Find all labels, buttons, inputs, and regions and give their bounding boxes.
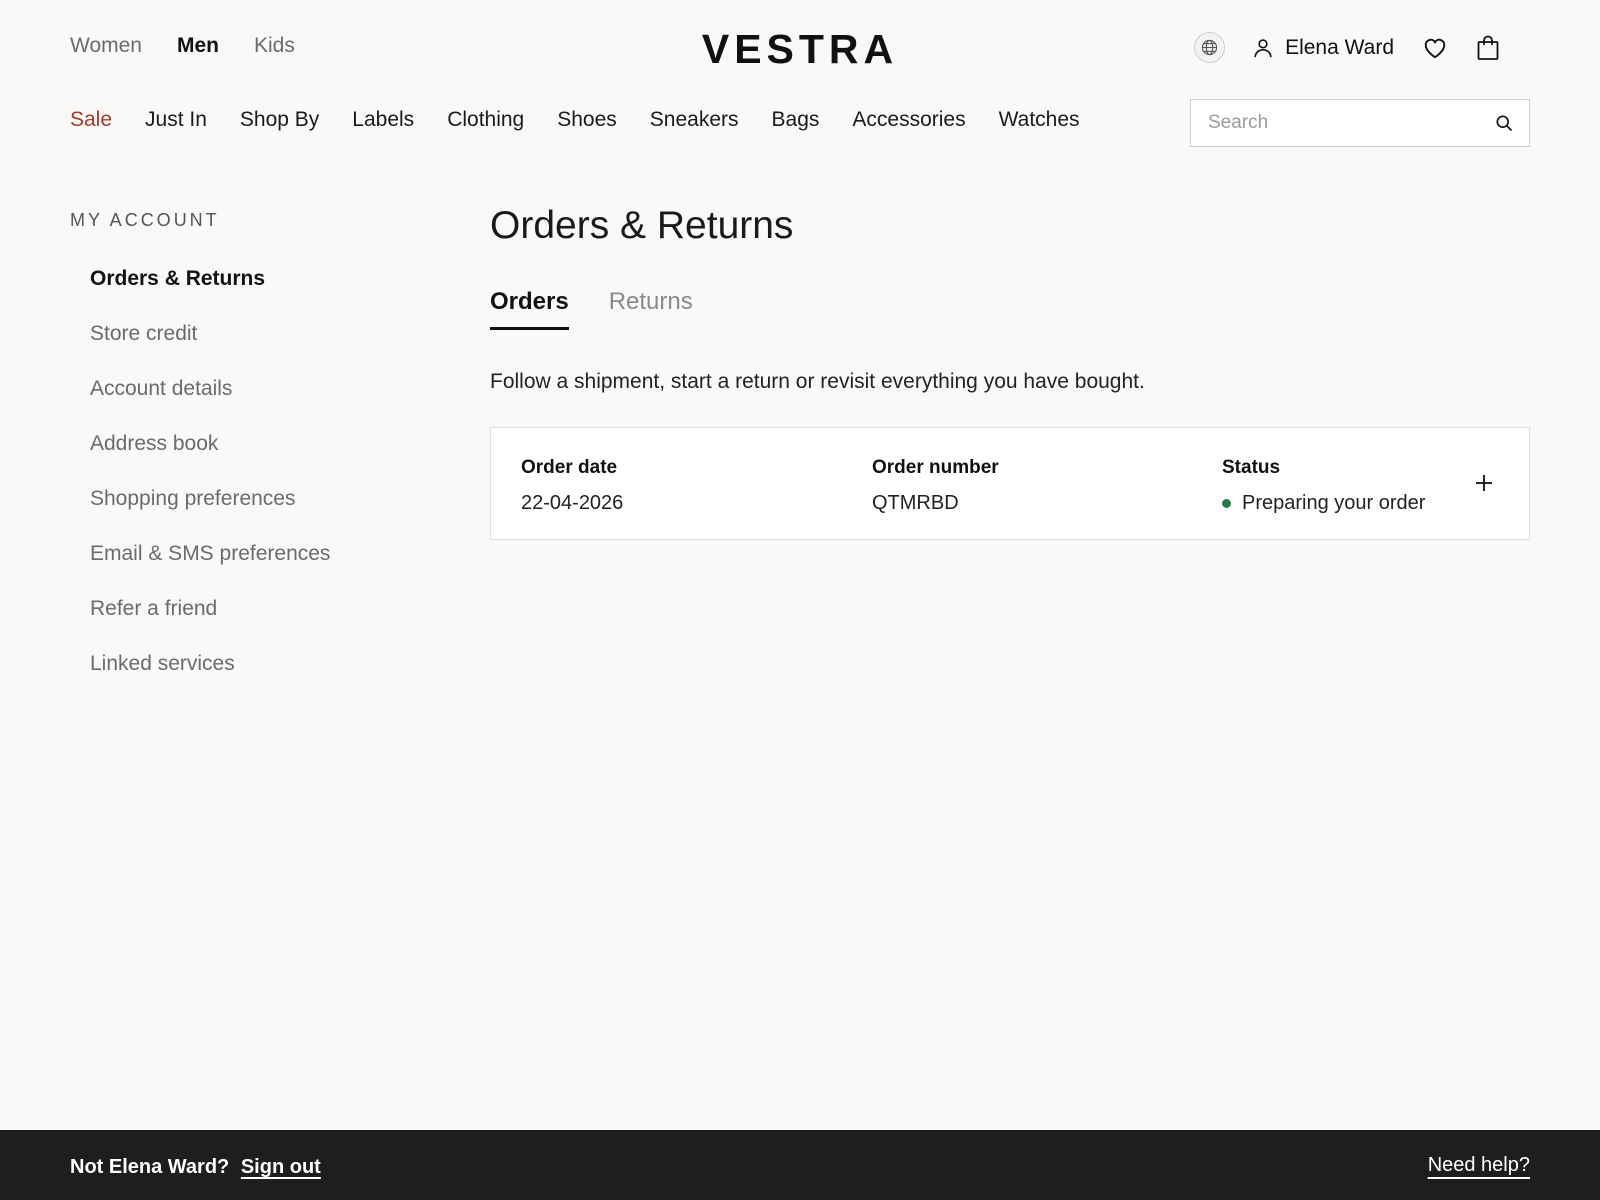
nav-watches[interactable]: Watches <box>999 108 1080 132</box>
nav-accessories[interactable]: Accessories <box>852 108 965 132</box>
main-content: Orders & Returns Orders Returns Follow a… <box>490 204 1530 540</box>
order-status-column: Status Preparing your order <box>1222 457 1425 515</box>
sidebar-item-account-details[interactable]: Account details <box>90 377 430 432</box>
tabs: Orders Returns <box>490 288 1530 330</box>
search-box <box>1190 99 1530 147</box>
sidebar-item-refer-friend[interactable]: Refer a friend <box>90 597 430 652</box>
signout-question: Not Elena Ward? <box>70 1156 230 1178</box>
order-status-label: Status <box>1222 457 1281 478</box>
order-number-column: Order number QTMRBD <box>872 457 999 515</box>
plus-icon <box>1476 475 1492 491</box>
account-sidebar: MY ACCOUNT Orders & Returns Store credit… <box>70 210 430 707</box>
order-number-label: Order number <box>872 457 999 478</box>
order-date-label: Order date <box>521 457 618 478</box>
user-icon <box>1252 37 1274 59</box>
shopping-bag-icon <box>1477 35 1499 60</box>
search-input[interactable] <box>1191 100 1494 146</box>
page: Women Men Kids VESTRA Elena Ward Sale Ju… <box>0 0 1600 1200</box>
nav-labels[interactable]: Labels <box>352 108 414 132</box>
globe-icon <box>1201 39 1218 56</box>
sidebar-item-orders-returns[interactable]: Orders & Returns <box>90 267 430 322</box>
sidebar-item-shopping-preferences[interactable]: Shopping preferences <box>90 487 430 542</box>
order-status-text: Preparing your order <box>1242 492 1426 514</box>
sidebar-item-linked-services[interactable]: Linked services <box>90 652 430 707</box>
nav-shop-by[interactable]: Shop By <box>240 108 319 132</box>
order-card[interactable]: Order date 22-04-2026 Order number QTMRB… <box>490 427 1530 540</box>
order-date-value: 22-04-2026 <box>521 492 624 514</box>
top-header: Women Men Kids VESTRA Elena Ward <box>0 0 1600 96</box>
signout-prompt: Not Elena Ward? Sign out <box>70 1156 321 1179</box>
tab-returns[interactable]: Returns <box>609 288 693 330</box>
page-title: Orders & Returns <box>490 204 794 247</box>
intro-text: Follow a shipment, start a return or rev… <box>490 370 1145 393</box>
nav-sneakers[interactable]: Sneakers <box>650 108 739 132</box>
order-number-value: QTMRBD <box>872 492 959 514</box>
order-status-value: Preparing your order <box>1222 492 1425 515</box>
category-nav: Sale Just In Shop By Labels Clothing Sho… <box>70 108 1113 132</box>
language-button[interactable] <box>1194 32 1226 63</box>
signout-link[interactable]: Sign out <box>241 1156 321 1178</box>
account-link[interactable]: Elena Ward <box>1252 36 1394 60</box>
footer-bar: Not Elena Ward? Sign out Need help? <box>0 1130 1600 1200</box>
expand-order-button[interactable] <box>1472 471 1496 495</box>
nav-clothing[interactable]: Clothing <box>447 108 524 132</box>
nav-sale[interactable]: Sale <box>70 108 112 132</box>
sidebar-item-store-credit[interactable]: Store credit <box>90 322 430 377</box>
tab-orders[interactable]: Orders <box>490 288 569 330</box>
status-dot <box>1222 499 1231 508</box>
sidebar-item-email-sms-preferences[interactable]: Email & SMS preferences <box>90 542 430 597</box>
sidebar-title: MY ACCOUNT <box>70 210 220 230</box>
nav-bags[interactable]: Bags <box>772 108 820 132</box>
wishlist-button[interactable] <box>1422 35 1448 61</box>
nav-shoes[interactable]: Shoes <box>557 108 617 132</box>
user-name: Elena Ward <box>1285 35 1394 59</box>
heart-icon <box>1424 38 1446 58</box>
sidebar-list: Orders & Returns Store credit Account de… <box>70 267 430 707</box>
need-help-link[interactable]: Need help? <box>1428 1154 1530 1177</box>
bag-button[interactable] <box>1476 35 1500 61</box>
nav-just-in[interactable]: Just In <box>145 108 207 132</box>
order-date-column: Order date 22-04-2026 <box>521 457 623 515</box>
user-tools: Elena Ward <box>1194 32 1500 63</box>
sidebar-item-address-book[interactable]: Address book <box>90 432 430 487</box>
search-icon[interactable] <box>1494 113 1514 133</box>
